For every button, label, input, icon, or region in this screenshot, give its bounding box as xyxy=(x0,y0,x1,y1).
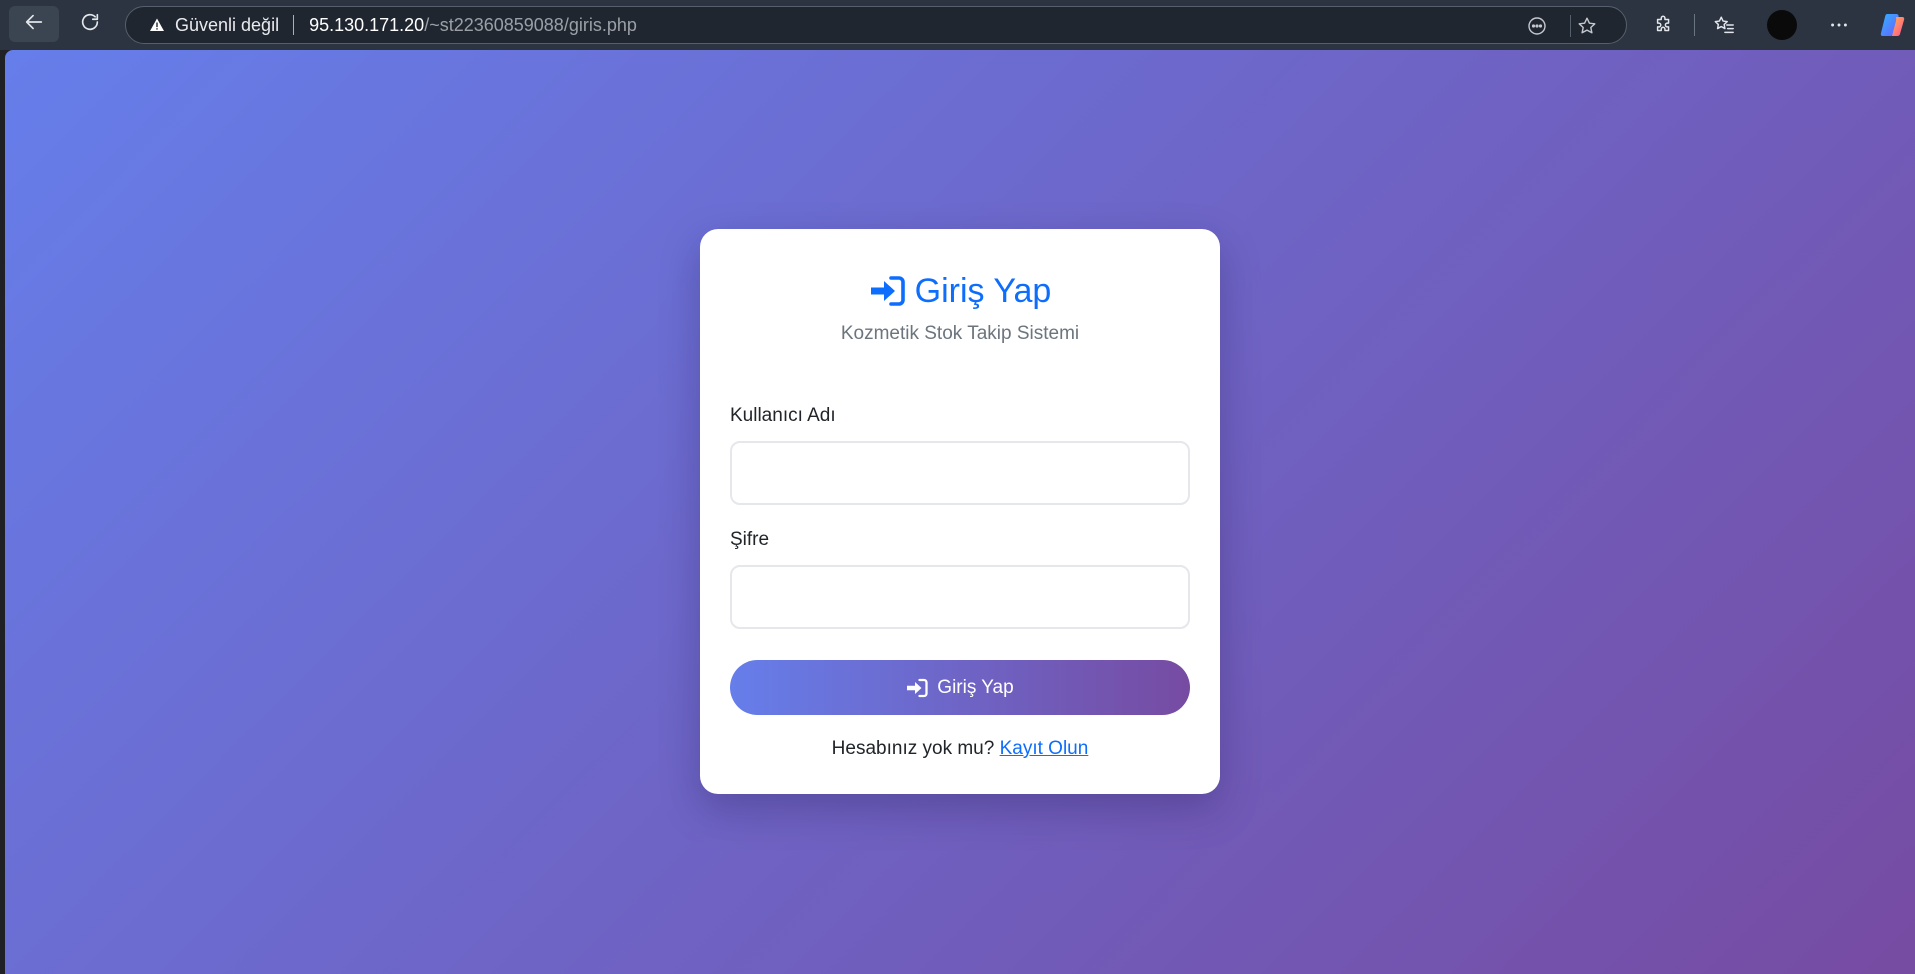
register-prompt-text: Hesabınız yok mu? xyxy=(831,738,995,759)
sign-in-icon xyxy=(869,275,905,307)
more-dots-icon[interactable] xyxy=(1826,12,1852,38)
reader-mode-icon[interactable] xyxy=(1526,15,1548,37)
back-button[interactable] xyxy=(9,6,59,42)
warning-triangle-icon[interactable] xyxy=(149,17,165,33)
toolbar-separator xyxy=(1694,14,1695,36)
puzzle-icon[interactable] xyxy=(1651,12,1677,38)
login-button[interactable]: Giriş Yap xyxy=(730,660,1190,715)
copilot-icon[interactable] xyxy=(1879,11,1907,39)
password-input[interactable] xyxy=(730,565,1190,629)
favorites-icon[interactable] xyxy=(1711,12,1737,38)
url-host[interactable]: 95.130.171.20 xyxy=(309,15,424,36)
username-label: Kullanıcı Adı xyxy=(730,405,836,426)
password-label: Şifre xyxy=(730,529,770,550)
security-status-label[interactable]: Güvenli değil xyxy=(175,15,279,36)
register-prompt: Hesabınız yok mu? Kayıt Olun xyxy=(700,738,1220,760)
login-button-label: Giriş Yap xyxy=(937,676,1014,698)
omnibox-separator xyxy=(1570,15,1571,37)
url-path[interactable]: /~st22360859088/giris.php xyxy=(424,15,637,36)
sign-in-icon xyxy=(906,678,928,698)
page-viewport: Giriş Yap Kozmetik Stok Takip Sistemi Ku… xyxy=(5,50,1915,974)
page-subtitle: Kozmetik Stok Takip Sistemi xyxy=(840,323,1080,344)
page-title-text: Giriş Yap xyxy=(914,271,1052,310)
profile-avatar[interactable] xyxy=(1767,10,1797,40)
page-title: Giriş Yap xyxy=(700,269,1220,313)
login-card: Giriş Yap Kozmetik Stok Takip Sistemi Ku… xyxy=(700,229,1220,794)
reload-button[interactable] xyxy=(65,6,115,42)
address-bar[interactable]: Güvenli değil 95.130.171.20 /~st22360859… xyxy=(125,6,1627,44)
reload-icon xyxy=(79,11,101,38)
register-link[interactable]: Kayıt Olun xyxy=(1000,738,1089,759)
username-input[interactable] xyxy=(730,441,1190,505)
star-icon[interactable] xyxy=(1576,15,1598,37)
back-arrow-icon xyxy=(23,11,45,38)
address-separator xyxy=(293,15,295,35)
browser-toolbar: Güvenli değil 95.130.171.20 /~st22360859… xyxy=(0,0,1915,50)
